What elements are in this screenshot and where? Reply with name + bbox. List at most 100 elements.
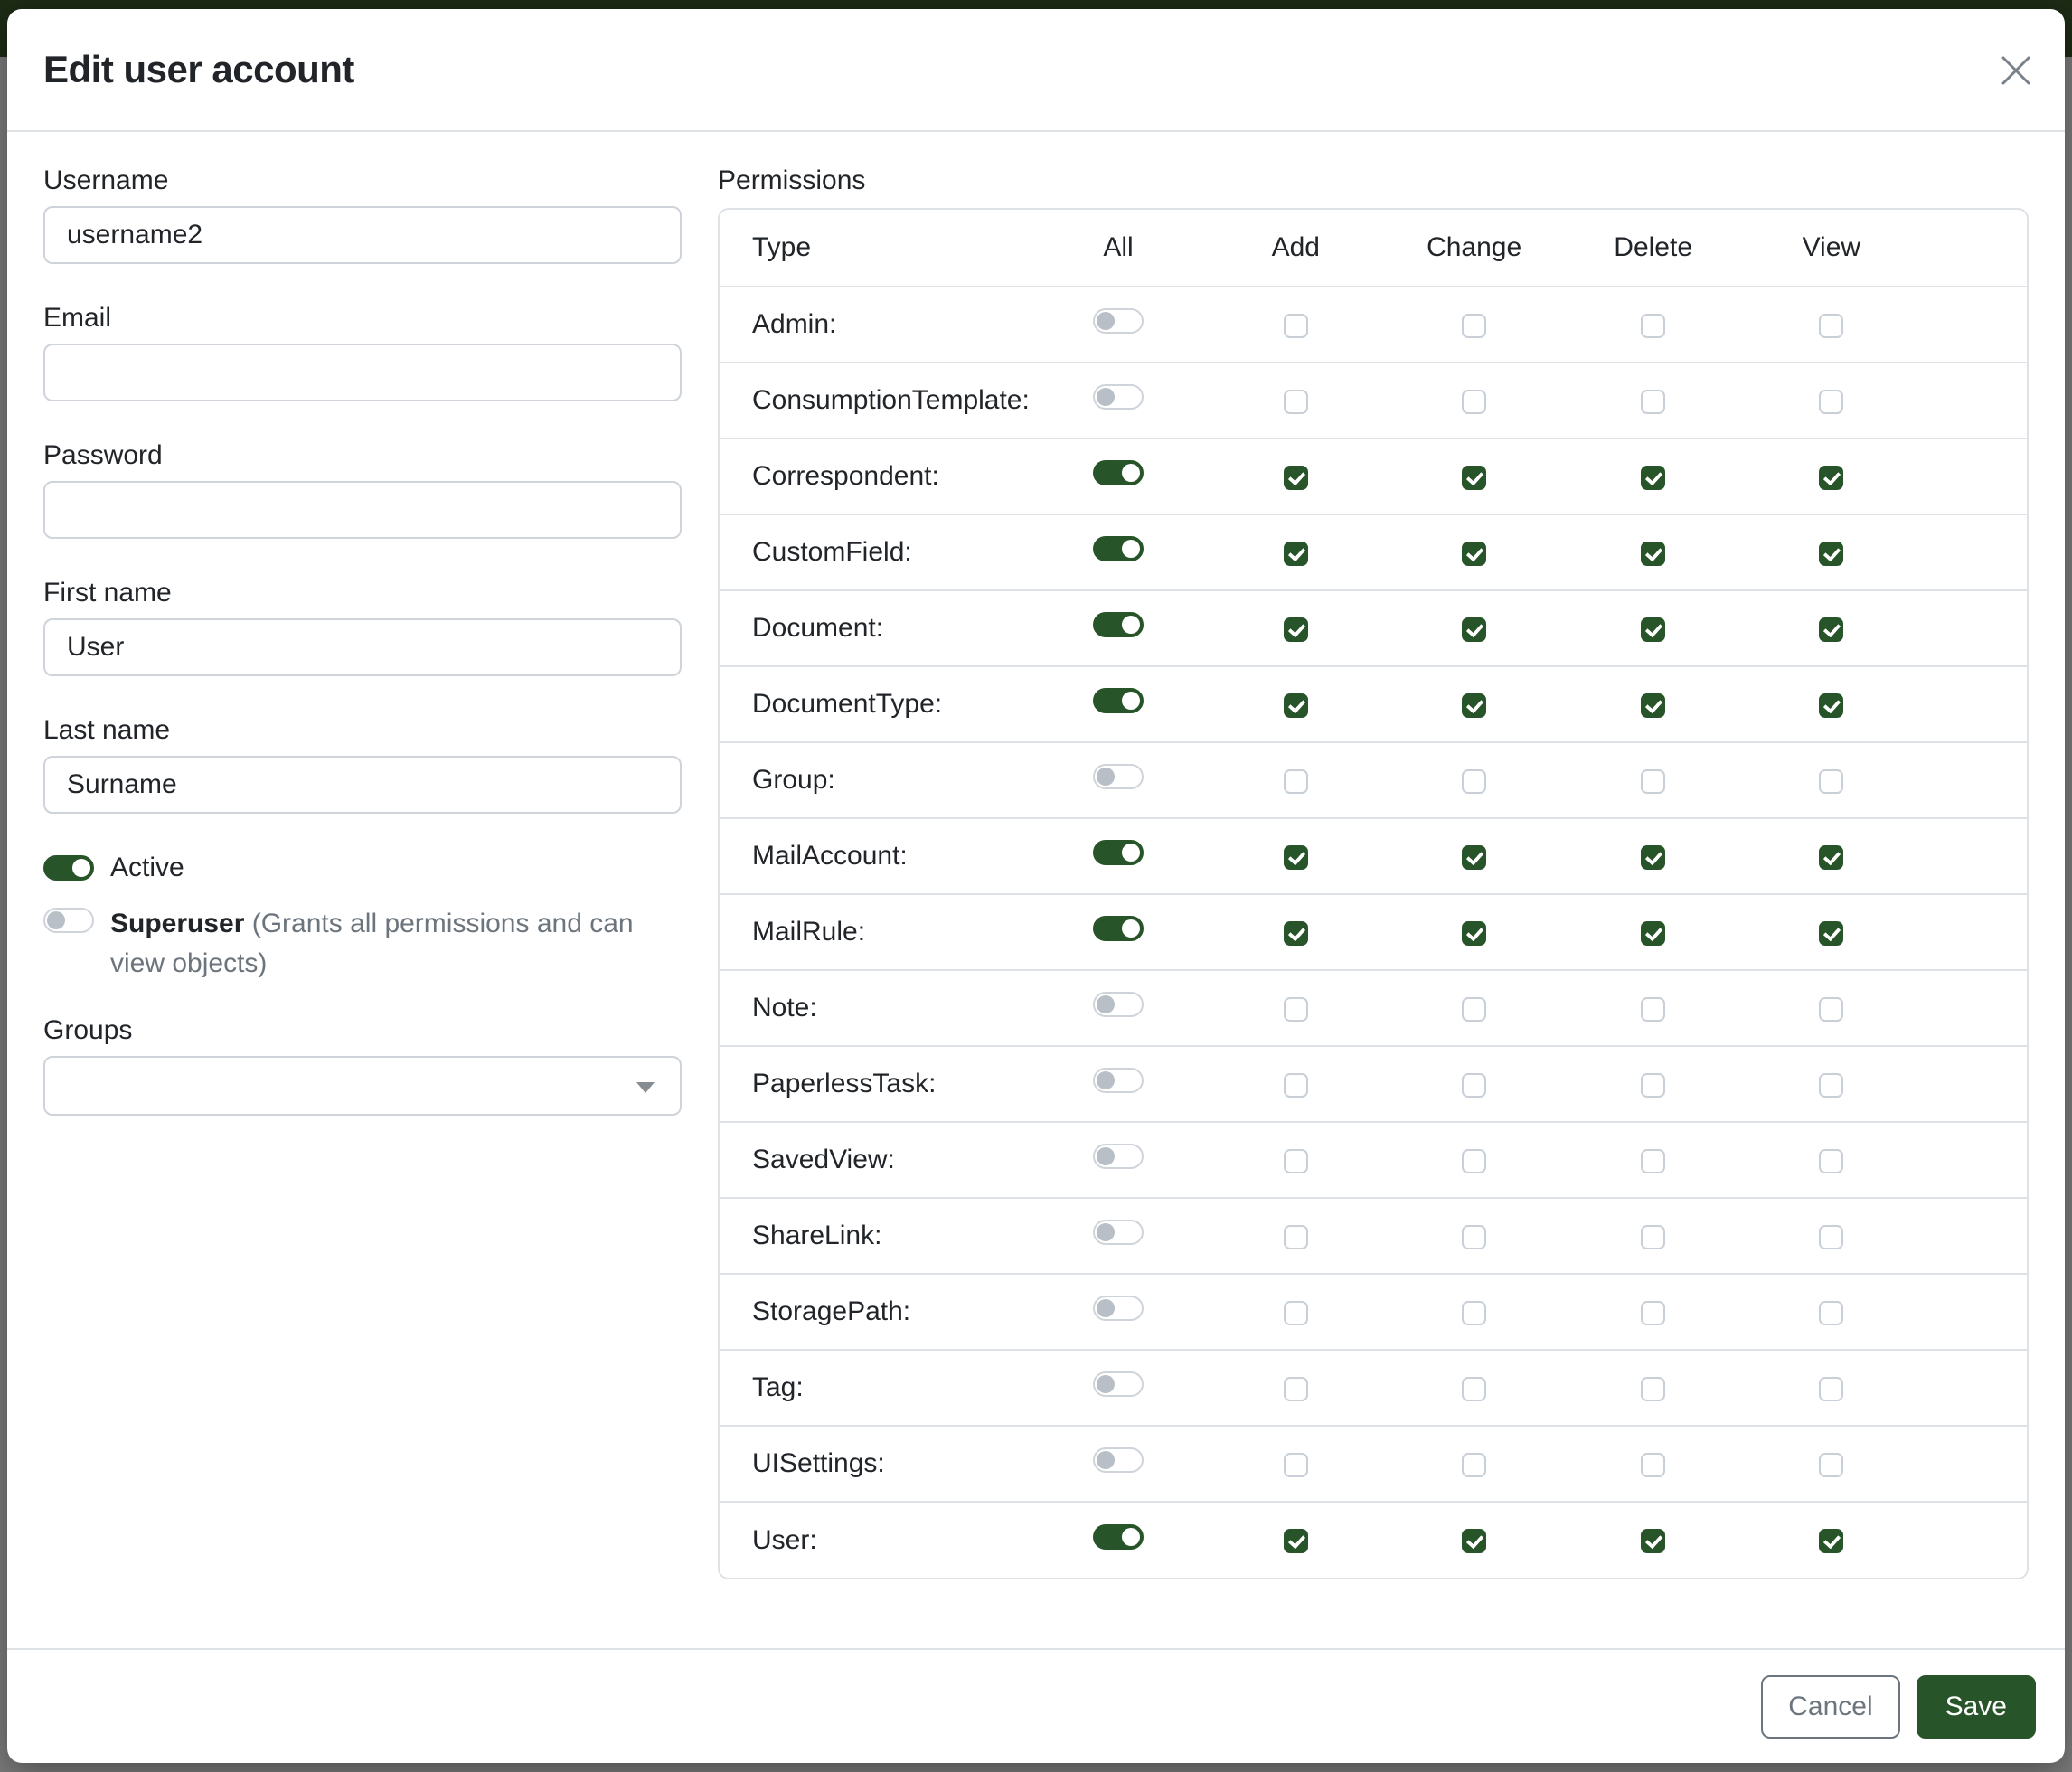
- permission-add-checkbox[interactable]: [1284, 542, 1308, 566]
- last-name-input[interactable]: [43, 756, 682, 814]
- permission-delete-checkbox[interactable]: [1641, 1149, 1665, 1173]
- permission-view-checkbox[interactable]: [1819, 1529, 1843, 1553]
- permission-add-checkbox[interactable]: [1284, 617, 1308, 642]
- permission-add-checkbox[interactable]: [1284, 1377, 1308, 1401]
- permission-delete-checkbox[interactable]: [1641, 1453, 1665, 1477]
- permission-view-checkbox[interactable]: [1819, 845, 1843, 870]
- permission-delete-checkbox[interactable]: [1641, 693, 1665, 718]
- active-toggle[interactable]: [43, 855, 94, 881]
- permission-change-checkbox[interactable]: [1462, 390, 1486, 414]
- permission-all-toggle[interactable]: [1093, 764, 1144, 789]
- permission-add-checkbox[interactable]: [1284, 921, 1308, 946]
- permission-all-toggle[interactable]: [1093, 840, 1144, 865]
- permission-view-checkbox[interactable]: [1819, 390, 1843, 414]
- permission-view-checkbox[interactable]: [1819, 769, 1843, 794]
- permission-view-checkbox[interactable]: [1819, 1225, 1843, 1249]
- permission-delete-checkbox[interactable]: [1641, 466, 1665, 490]
- permission-all-toggle[interactable]: [1093, 612, 1144, 637]
- permission-delete-checkbox[interactable]: [1641, 1529, 1665, 1553]
- permission-change-checkbox[interactable]: [1462, 769, 1486, 794]
- permission-all-toggle[interactable]: [1093, 1447, 1144, 1473]
- permission-add-checkbox[interactable]: [1284, 466, 1308, 490]
- save-button[interactable]: Save: [1917, 1675, 2036, 1739]
- permission-delete-checkbox[interactable]: [1641, 997, 1665, 1022]
- permission-view-checkbox[interactable]: [1819, 997, 1843, 1022]
- permission-all-toggle[interactable]: [1093, 1524, 1144, 1550]
- permission-add-checkbox[interactable]: [1284, 1453, 1308, 1477]
- permissions-column-header: All: [1030, 210, 1207, 287]
- password-input[interactable]: [43, 481, 682, 539]
- permission-view-checkbox[interactable]: [1819, 1453, 1843, 1477]
- permission-change-checkbox[interactable]: [1462, 542, 1486, 566]
- permission-delete-checkbox[interactable]: [1641, 314, 1665, 338]
- permission-all-toggle[interactable]: [1093, 308, 1144, 334]
- permission-change-checkbox[interactable]: [1462, 314, 1486, 338]
- username-input[interactable]: [43, 206, 682, 264]
- permission-change-checkbox[interactable]: [1462, 997, 1486, 1022]
- permission-all-toggle[interactable]: [1093, 1068, 1144, 1093]
- permission-view-checkbox[interactable]: [1819, 1301, 1843, 1325]
- permission-all-toggle[interactable]: [1093, 916, 1144, 941]
- permission-add-checkbox[interactable]: [1284, 1073, 1308, 1098]
- permission-view-checkbox[interactable]: [1819, 1149, 1843, 1173]
- permission-change-checkbox[interactable]: [1462, 845, 1486, 870]
- permission-change-checkbox[interactable]: [1462, 1301, 1486, 1325]
- permission-view-checkbox[interactable]: [1819, 1377, 1843, 1401]
- permission-add-checkbox[interactable]: [1284, 693, 1308, 718]
- permission-all-toggle[interactable]: [1093, 384, 1144, 410]
- permission-change-checkbox[interactable]: [1462, 1149, 1486, 1173]
- permission-add-checkbox[interactable]: [1284, 1529, 1308, 1553]
- permission-view-checkbox[interactable]: [1819, 617, 1843, 642]
- permission-change-checkbox[interactable]: [1462, 693, 1486, 718]
- permission-view-checkbox[interactable]: [1819, 693, 1843, 718]
- permission-add-checkbox[interactable]: [1284, 769, 1308, 794]
- permission-delete-checkbox[interactable]: [1641, 1301, 1665, 1325]
- permission-all-toggle[interactable]: [1093, 536, 1144, 561]
- permission-change-checkbox[interactable]: [1462, 617, 1486, 642]
- permission-all-toggle[interactable]: [1093, 1144, 1144, 1169]
- permission-all-toggle[interactable]: [1093, 1296, 1144, 1321]
- permission-all-toggle[interactable]: [1093, 460, 1144, 485]
- permission-delete-checkbox[interactable]: [1641, 617, 1665, 642]
- permission-all-toggle[interactable]: [1093, 688, 1144, 713]
- permission-delete-checkbox[interactable]: [1641, 845, 1665, 870]
- permission-add-checkbox[interactable]: [1284, 997, 1308, 1022]
- permission-delete-checkbox[interactable]: [1641, 921, 1665, 946]
- permission-delete-checkbox[interactable]: [1641, 390, 1665, 414]
- groups-select[interactable]: [43, 1056, 682, 1116]
- permission-delete-checkbox[interactable]: [1641, 1073, 1665, 1098]
- permission-change-checkbox[interactable]: [1462, 921, 1486, 946]
- permission-change-checkbox[interactable]: [1462, 1529, 1486, 1553]
- permission-add-checkbox[interactable]: [1284, 1225, 1308, 1249]
- email-input[interactable]: [43, 344, 682, 401]
- permission-all-toggle[interactable]: [1093, 1371, 1144, 1397]
- permission-change-checkbox[interactable]: [1462, 466, 1486, 490]
- cancel-button[interactable]: Cancel: [1761, 1675, 1899, 1739]
- permission-row: Admin:: [720, 287, 2027, 363]
- permission-type-label: StoragePath:: [720, 1274, 1030, 1350]
- superuser-toggle[interactable]: [43, 908, 94, 933]
- permission-view-checkbox[interactable]: [1819, 314, 1843, 338]
- close-button[interactable]: [1991, 45, 2041, 96]
- permission-all-toggle[interactable]: [1093, 992, 1144, 1017]
- permission-all-toggle[interactable]: [1093, 1220, 1144, 1245]
- permission-add-checkbox[interactable]: [1284, 1301, 1308, 1325]
- permission-view-checkbox[interactable]: [1819, 542, 1843, 566]
- permission-view-checkbox[interactable]: [1819, 1073, 1843, 1098]
- first-name-input[interactable]: [43, 618, 682, 676]
- permission-change-checkbox[interactable]: [1462, 1073, 1486, 1098]
- permission-add-checkbox[interactable]: [1284, 314, 1308, 338]
- permission-change-checkbox[interactable]: [1462, 1377, 1486, 1401]
- permission-type-label: Correspondent:: [720, 438, 1030, 514]
- permission-add-checkbox[interactable]: [1284, 390, 1308, 414]
- permission-change-checkbox[interactable]: [1462, 1453, 1486, 1477]
- permission-delete-checkbox[interactable]: [1641, 1225, 1665, 1249]
- permission-delete-checkbox[interactable]: [1641, 1377, 1665, 1401]
- permission-add-checkbox[interactable]: [1284, 845, 1308, 870]
- permission-delete-checkbox[interactable]: [1641, 542, 1665, 566]
- permission-delete-checkbox[interactable]: [1641, 769, 1665, 794]
- permission-view-checkbox[interactable]: [1819, 466, 1843, 490]
- permission-change-checkbox[interactable]: [1462, 1225, 1486, 1249]
- permission-view-checkbox[interactable]: [1819, 921, 1843, 946]
- permission-add-checkbox[interactable]: [1284, 1149, 1308, 1173]
